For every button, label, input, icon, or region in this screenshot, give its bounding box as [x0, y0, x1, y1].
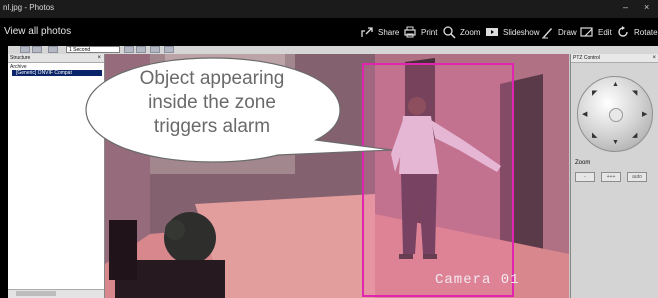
callout-text: Object appearing inside the zone trigger… [128, 67, 296, 139]
callout-line-3: triggers alarm [153, 116, 271, 137]
callout-speech-bubble [85, 57, 393, 163]
callout-line-2: inside the zone [148, 92, 276, 113]
callout-line-1: Object appearing [139, 68, 285, 89]
